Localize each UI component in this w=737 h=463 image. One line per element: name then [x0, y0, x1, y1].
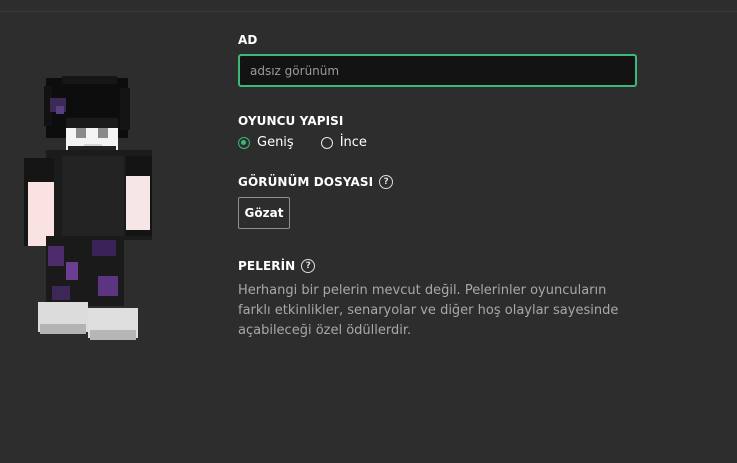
browse-button[interactable]: Gözat — [238, 197, 290, 229]
cape-section: PELERİN ? Herhangi bir pelerin mevcut de… — [238, 257, 638, 341]
slim-radio-icon[interactable] — [320, 136, 333, 149]
cape-help-icon[interactable]: ? — [301, 259, 316, 273]
skin-preview-figure — [24, 76, 152, 340]
model-option-wide-label: Geniş — [257, 135, 294, 150]
model-option-slim[interactable]: İnce — [320, 135, 367, 150]
skin-preview[interactable] — [22, 76, 154, 346]
cape-description: Herhangi bir pelerin mevcut değil. Peler… — [238, 283, 619, 338]
skin-name-input[interactable] — [238, 54, 637, 87]
name-label-text: AD — [238, 33, 258, 47]
cape-label-text: PELERİN — [238, 259, 296, 273]
name-label: AD — [238, 31, 638, 49]
model-option-slim-label: İnce — [339, 135, 367, 150]
skin-file-label-text: GÖRÜNÜM DOSYASI — [238, 175, 374, 189]
player-model-section: OYUNCU YAPISI Geniş İnce — [238, 112, 638, 150]
model-radio-group: Geniş İnce — [238, 135, 638, 150]
cape-label: PELERİN ? — [238, 257, 638, 275]
skin-form: AD OYUNCU YAPISI Geniş İnce GÖRÜNÜM DOSY… — [238, 31, 638, 341]
skin-file-label: GÖRÜNÜM DOSYASI ? — [238, 173, 638, 191]
skin-file-help-icon[interactable]: ? — [379, 175, 394, 189]
skin-file-section: GÖRÜNÜM DOSYASI ? Gözat — [238, 173, 638, 229]
model-option-wide[interactable]: Geniş — [238, 135, 294, 150]
wide-radio-icon[interactable] — [238, 136, 250, 149]
player-model-label-text: OYUNCU YAPISI — [238, 114, 344, 128]
player-model-label: OYUNCU YAPISI — [238, 112, 638, 130]
top-divider — [0, 11, 737, 12]
